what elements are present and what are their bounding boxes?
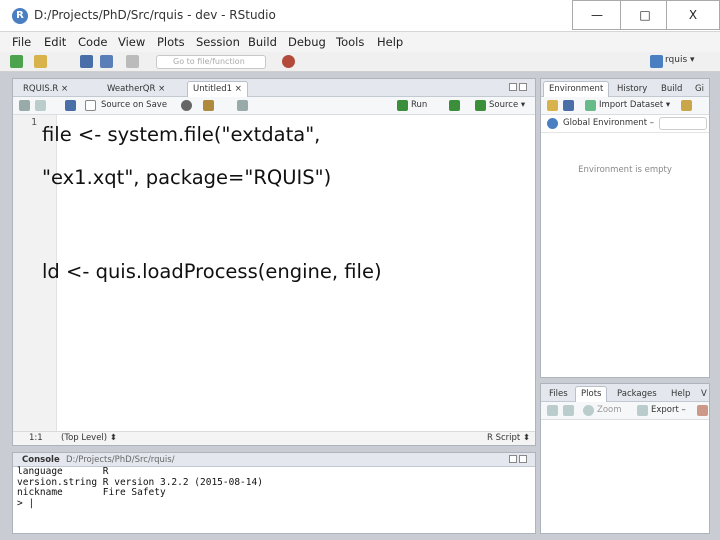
menu-file[interactable]: File [12,35,31,49]
console-header: Console D:/Projects/PhD/Src/rquis/ [13,453,535,467]
tab-plots[interactable]: Plots [575,386,608,402]
menu-view[interactable]: View [118,35,145,49]
source-statusbar: 1:1 (Top Level) ⬍ R Script ⬍ [13,431,535,445]
tab-git[interactable]: Gi [689,81,710,97]
console-prompt[interactable]: > | [17,498,263,510]
clear-plots-icon[interactable] [697,405,708,416]
outline-icon[interactable] [237,100,248,111]
env-search-input[interactable] [659,117,707,130]
tab-history[interactable]: History [611,81,653,97]
tab-untitled1[interactable]: Untitled1 × [187,81,248,97]
menu-tools[interactable]: Tools [336,35,364,49]
zoom-icon [583,405,594,416]
menu-bar: File Edit Code View Plots Session Build … [0,32,720,52]
plots-toolbar: Zoom Export – [541,402,709,420]
menu-help[interactable]: Help [377,35,403,49]
console-line: language R [17,466,109,477]
minimize-button[interactable]: — [572,0,622,30]
code-line: file <- system.file("extdata", [42,123,321,146]
code-line: ld <- quis.loadProcess(engine, file) [42,260,382,283]
addins-icon[interactable] [282,55,295,68]
files-tabstrip: Files Plots Packages Help V [541,384,709,402]
file-type-selector[interactable]: R Script ⬍ [487,433,530,443]
rstudio-logo-icon: R [12,8,28,24]
main-toolbar: Go to file/function rquis ▾ [0,52,720,72]
cursor-position: 1:1 [29,433,43,443]
global-env-selector[interactable]: Global Environment – [563,118,654,128]
broom-icon[interactable] [681,100,692,111]
goto-file-input[interactable]: Go to file/function [156,55,266,69]
menu-debug[interactable]: Debug [288,35,326,49]
env-scope-bar: Global Environment – [541,115,709,133]
save-icon[interactable] [80,55,93,68]
tab-environment[interactable]: Environment [543,81,610,97]
tab-weatherqr[interactable]: WeatherQR × [101,81,171,97]
env-empty-message: Environment is empty [578,165,672,175]
print-icon[interactable] [126,55,139,68]
env-globe-icon [547,118,558,129]
tab-files[interactable]: Files [543,386,574,402]
console-line: nickname Fire Safety [17,487,166,498]
close-window-button[interactable]: X [666,0,720,30]
run-button[interactable]: Run [411,100,427,110]
maximize-button[interactable]: □ [620,0,670,30]
prev-plot-icon[interactable] [547,405,558,416]
rerun-icon[interactable] [449,100,460,111]
import-icon [585,100,596,111]
console-output[interactable]: language R version.string R version 3.2.… [17,466,263,510]
source-arrow-icon [475,100,486,111]
magic-wand-icon[interactable] [203,100,214,111]
save-workspace-icon[interactable] [563,100,574,111]
open-project-icon[interactable] [34,55,47,68]
menu-session[interactable]: Session [196,35,240,49]
next-plot-icon[interactable] [563,405,574,416]
export-menu[interactable]: Export – [651,405,686,415]
menu-build[interactable]: Build [248,35,277,49]
console-window-buttons[interactable] [509,455,531,465]
tab-build[interactable]: Build [655,81,688,97]
source-tabstrip: RQUIS.R × WeatherQR × Untitled1 × [13,79,535,97]
search-icon[interactable] [181,100,192,111]
project-menu[interactable]: rquis ▾ [665,55,695,65]
env-toolbar: Import Dataset ▾ [541,97,709,115]
menu-edit[interactable]: Edit [44,35,66,49]
line-number: 1 [31,117,38,128]
source-on-save-label: Source on Save [101,100,168,110]
env-tabstrip: Environment History Build Gi [541,79,709,97]
window-title: D:/Projects/PhD/Src/rquis - dev - RStudi… [34,8,276,22]
save-file-icon[interactable] [65,100,76,111]
project-icon [650,55,663,68]
menu-plots[interactable]: Plots [157,35,185,49]
files-pane: Files Plots Packages Help V Zoom Export … [540,383,710,534]
new-file-icon[interactable] [10,55,23,68]
back-arrow-icon[interactable] [19,100,30,111]
tab-rquis-r[interactable]: RQUIS.R × [17,81,74,97]
source-toolbar: Source on Save Run Source ▾ [13,97,535,115]
tab-packages[interactable]: Packages [611,386,663,402]
pane-window-buttons[interactable] [509,83,531,93]
forward-arrow-icon[interactable] [35,100,46,111]
run-arrow-icon [397,100,408,111]
export-icon [637,405,648,416]
source-button[interactable]: Source ▾ [489,100,525,110]
code-line: "ex1.xqt", package="RQUIS") [42,166,332,189]
tab-help[interactable]: Help [665,386,696,402]
zoom-button[interactable]: Zoom [597,405,622,415]
save-all-icon[interactable] [100,55,113,68]
load-workspace-icon[interactable] [547,100,558,111]
console-pane: Console D:/Projects/PhD/Src/rquis/ langu… [12,452,536,534]
scope-selector[interactable]: (Top Level) ⬍ [61,433,117,443]
environment-pane: Environment History Build Gi Import Data… [540,78,710,378]
window-titlebar: R D:/Projects/PhD/Src/rquis - dev - RStu… [0,0,720,32]
menu-code[interactable]: Code [78,35,107,49]
import-dataset-button[interactable]: Import Dataset ▾ [599,100,670,110]
tab-viewer[interactable]: V [695,386,713,402]
source-on-save-checkbox[interactable] [85,100,96,111]
